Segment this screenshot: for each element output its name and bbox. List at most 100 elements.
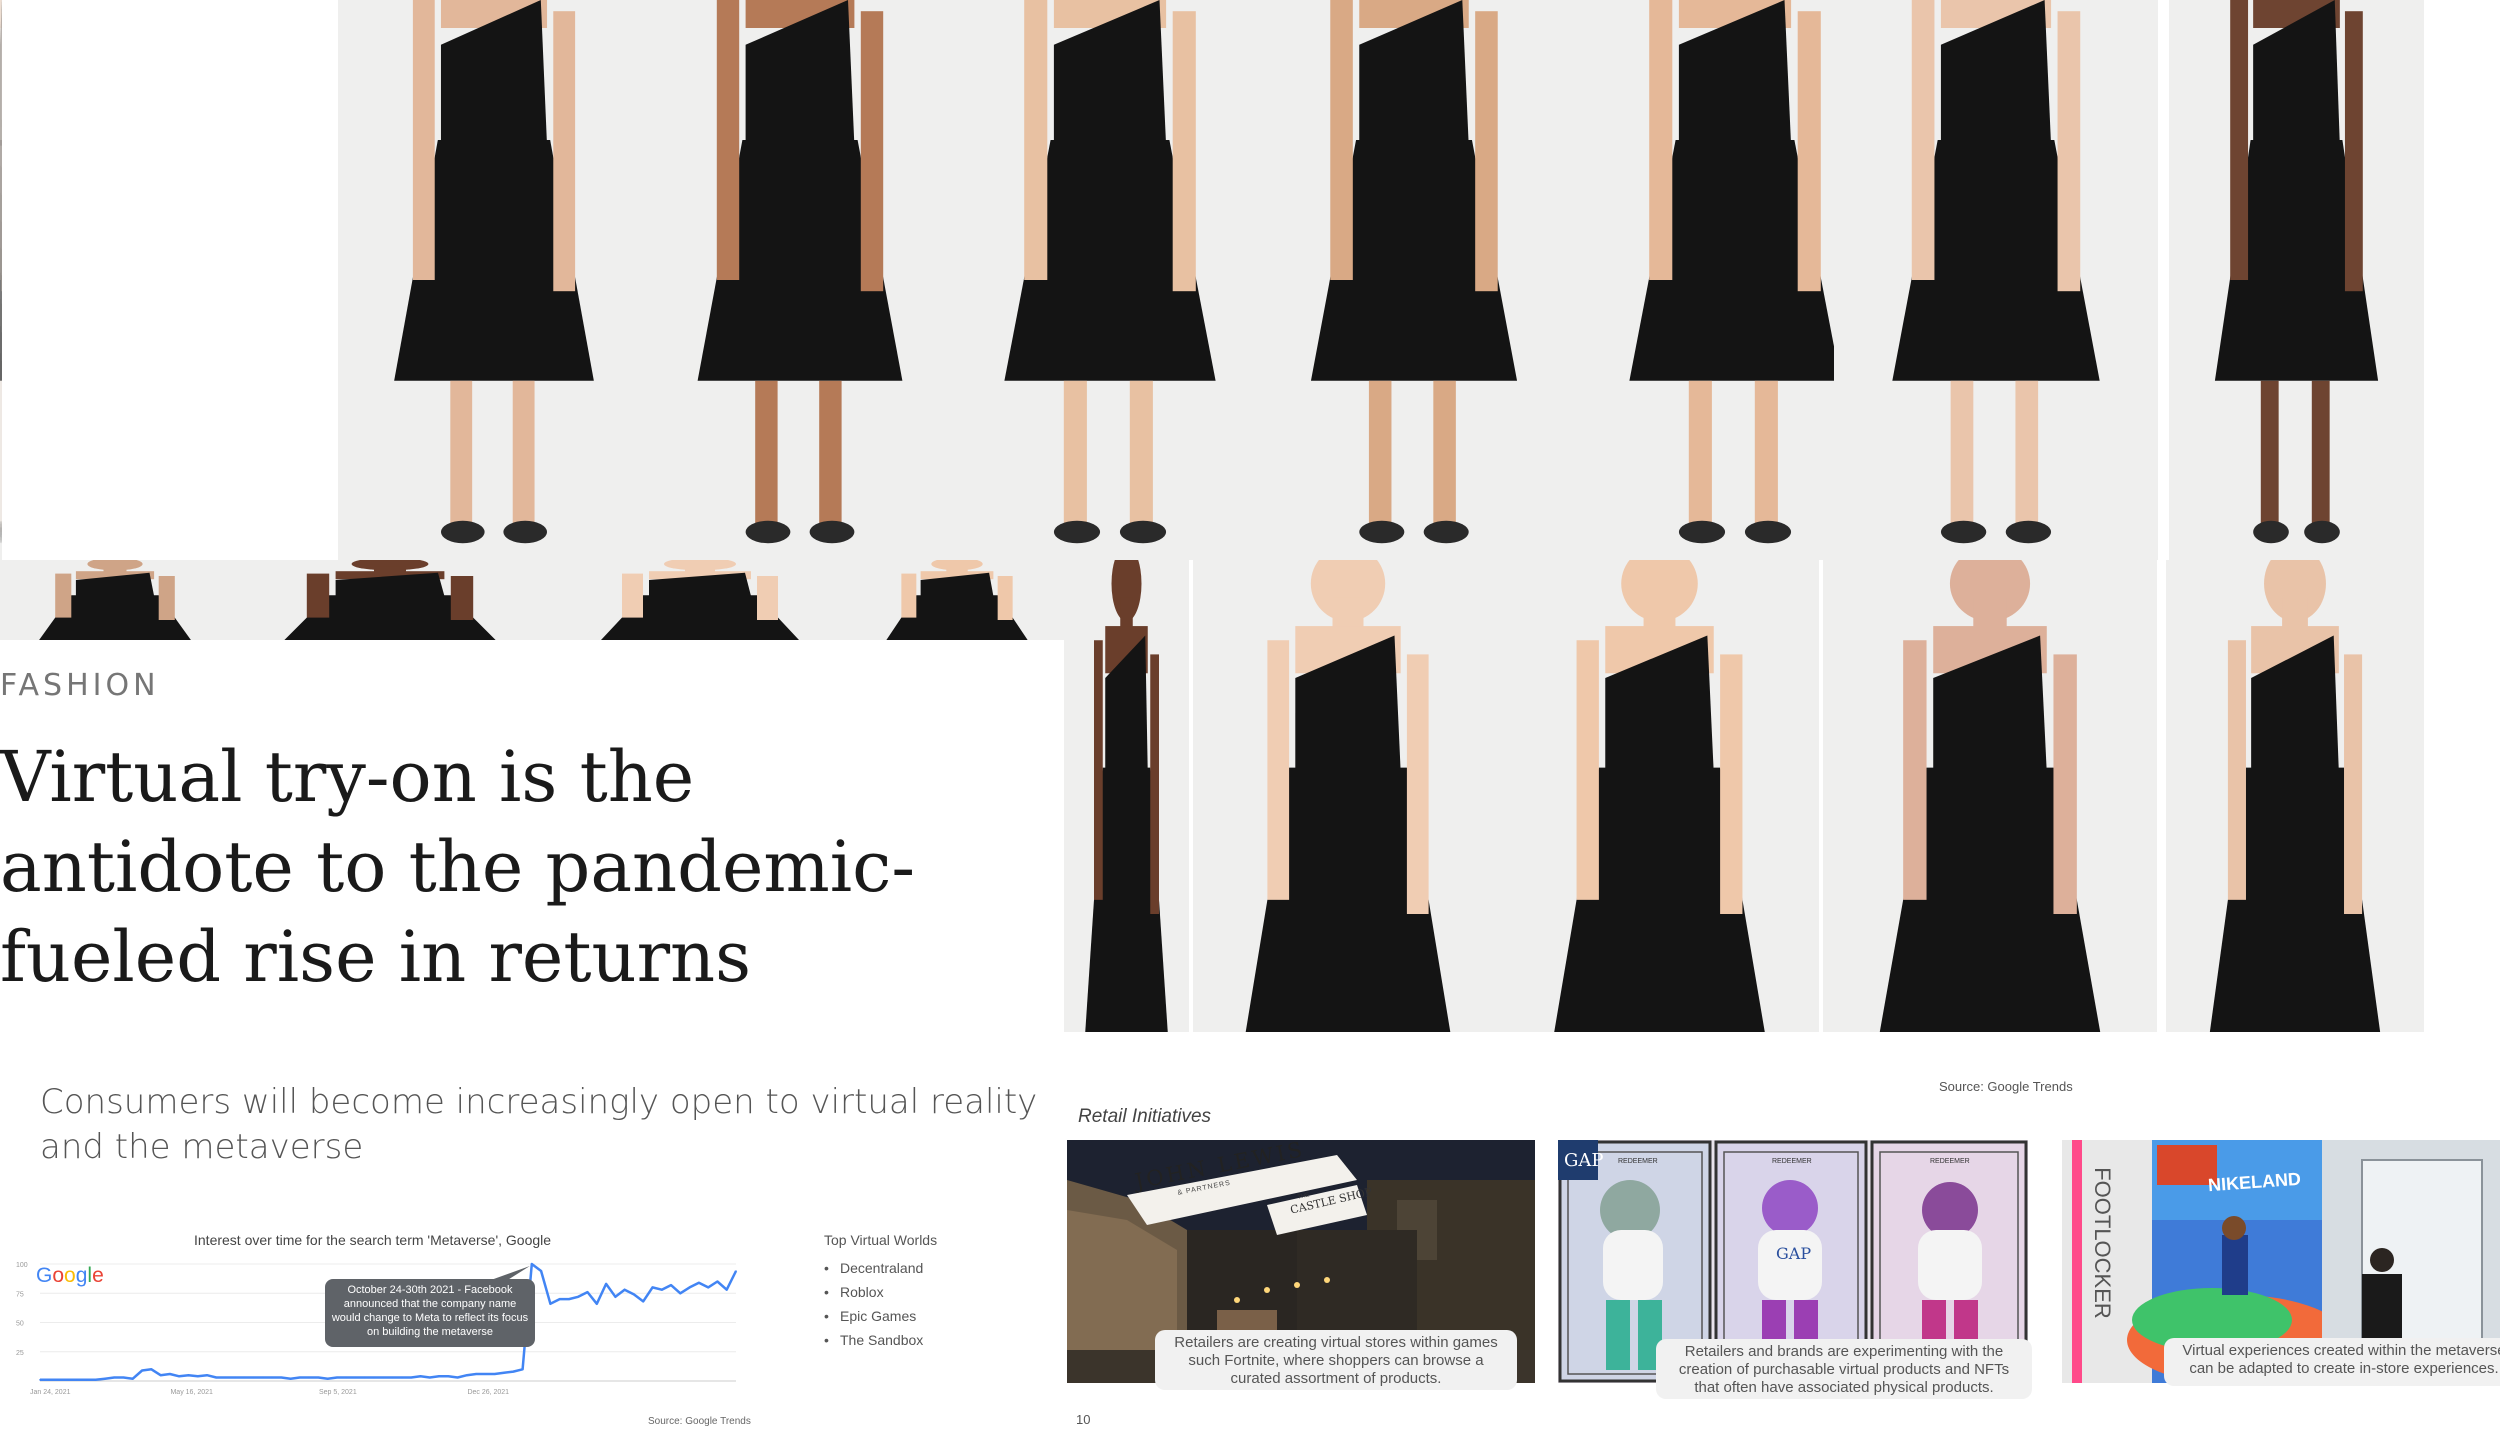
data-point [642,1300,644,1303]
slide-title: Consumers will become increasingly open … [40,1082,1038,1167]
model-photo [1064,560,1189,1032]
data-point [326,1377,329,1380]
data-point [698,1281,700,1284]
data-point [122,1376,125,1379]
data-point [104,1377,106,1380]
data-point [401,1376,403,1379]
data-point [679,1292,682,1295]
data-point [484,1373,487,1375]
x-tick-label: Sep 5, 2021 [319,1389,357,1396]
model-photo [0,560,230,640]
data-point [373,1376,375,1379]
article-headline[interactable]: Virtual try-on is the antidote to the pa… [0,732,1000,1002]
data-point [558,1298,561,1300]
data-point [549,1302,552,1305]
data-point [512,1370,515,1373]
data-point [85,1379,88,1381]
panel-caption: Retailers and brands are experimenting w… [1656,1339,2032,1399]
page-number: 10 [1076,1412,1091,1427]
data-point [428,1376,431,1379]
data-point [596,1302,598,1305]
data-point [336,1376,338,1379]
data-point [614,1295,617,1298]
model-photo [2169,0,2424,560]
data-point [586,1291,589,1293]
model-photo [1823,560,2157,1032]
model-photo [0,0,2,560]
data-point [206,1374,208,1376]
data-point [735,1270,737,1272]
chart-source: Source: Google Trends [648,1416,751,1427]
data-point [540,1270,542,1272]
data-point [660,1288,663,1291]
list-item: The Sandbox [824,1328,923,1352]
data-point [521,1368,524,1371]
data-point [438,1375,440,1378]
y-tick-label: 50 [16,1321,24,1328]
panel-caption: Retailers are creating virtual stores wi… [1155,1330,1517,1390]
data-point [224,1376,227,1379]
card-label: REDEEMER [1618,1158,1658,1165]
slide-source: Source: Google Trends [1939,1079,2073,1094]
footlocker-sign: FOOTLOCKER [2089,1167,2115,1319]
data-point [76,1379,78,1381]
x-tick-label: Jan 24, 2021 [30,1389,71,1396]
data-point [633,1293,635,1296]
data-point [577,1295,580,1298]
data-point [354,1376,357,1379]
list-item: Decentraland [824,1256,923,1280]
data-point [159,1374,162,1376]
card-label: REDEEMER [1930,1158,1970,1165]
model-photo [338,0,650,560]
data-point [475,1373,477,1375]
retail-initiatives-title: Retail Initiatives [1078,1106,1212,1127]
data-point [493,1373,496,1375]
data-point [670,1284,672,1286]
data-point [716,1280,719,1283]
top-worlds-list: Decentraland Roblox Epic Games The Sandb… [824,1256,923,1352]
data-point [531,1263,533,1265]
data-point [289,1377,292,1380]
y-tick-label: 75 [16,1291,24,1298]
data-point [234,1376,236,1379]
data-point [707,1286,709,1289]
y-tick-label: 25 [16,1350,24,1357]
model-photo [1253,0,1575,560]
data-point [271,1376,273,1379]
card-label: REDEEMER [1772,1158,1812,1165]
data-point [382,1376,385,1379]
data-point [169,1373,171,1375]
data-point [196,1375,199,1378]
model-photo [945,0,1275,560]
data-point [725,1288,728,1291]
gap-hoodie-logo: GAP [1776,1244,1812,1263]
chart-annotation: October 24-30th 2021 - Facebook announce… [325,1279,535,1347]
data-point [150,1368,153,1371]
data-point [178,1375,180,1378]
data-point [113,1376,116,1379]
data-point [308,1376,310,1379]
model-photo [1193,560,1503,1032]
data-point [94,1379,97,1381]
chart-title: Interest over time for the search term '… [194,1232,552,1248]
x-tick-label: Dec 26, 2021 [467,1389,509,1396]
data-point [623,1288,626,1291]
data-point [252,1376,255,1379]
y-tick-label: 100 [16,1262,28,1269]
data-point [391,1376,394,1379]
model-photo [230,560,550,640]
model-photo [640,0,960,560]
google-logo: Google [36,1264,104,1287]
data-point [57,1379,60,1381]
data-point [364,1376,366,1379]
top-worlds-title: Top Virtual Worlds [824,1232,938,1248]
data-point [456,1376,459,1379]
data-point [215,1376,218,1379]
data-point [568,1298,570,1300]
data-point [243,1376,245,1379]
data-point [187,1374,190,1376]
x-tick-label: May 16, 2021 [170,1389,213,1396]
model-photo [850,560,1064,640]
data-point [605,1283,607,1285]
data-point [299,1376,301,1379]
